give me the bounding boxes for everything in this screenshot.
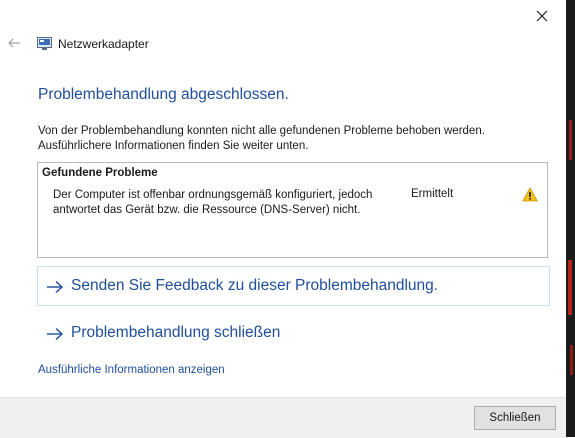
warning-icon [522, 187, 538, 202]
network-adapter-icon [37, 37, 52, 50]
window-title: Netzwerkadapter [58, 37, 149, 51]
description: Von der Problembehandlung konnten nicht … [38, 124, 485, 154]
page-heading: Problembehandlung abgeschlossen. [38, 86, 289, 103]
problem-line: Der Computer ist offenbar ordnungsgemäß … [53, 189, 373, 201]
arrow-right-icon [47, 327, 64, 341]
problem-line: antwortet das Gerät bzw. die Ressource (… [53, 204, 361, 216]
problem-status: Ermittelt [411, 188, 454, 200]
back-arrow-icon[interactable] [6, 35, 22, 51]
show-details-link[interactable]: Ausführliche Informationen anzeigen [38, 364, 225, 376]
background-edge [566, 0, 575, 437]
arrow-right-icon [47, 280, 64, 294]
close-troubleshooter-label: Problembehandlung schließen [71, 324, 281, 341]
footer-bar: Schließen [0, 397, 566, 438]
description-line: Ausführlichere Informationen finden Sie … [38, 140, 309, 152]
feedback-link-label: Senden Sie Feedback zu dieser Problembeh… [71, 277, 439, 294]
troubleshooter-window: Netzwerkadapter Problembehandlung abgesc… [0, 0, 566, 438]
feedback-link[interactable]: Senden Sie Feedback zu dieser Problembeh… [37, 266, 550, 306]
found-problems-panel: Gefundene Probleme Der Computer ist offe… [37, 162, 548, 258]
close-icon[interactable] [532, 6, 552, 26]
close-troubleshooter-link[interactable]: Problembehandlung schließen [37, 313, 550, 353]
description-line: Von der Problembehandlung konnten nicht … [38, 125, 485, 137]
problem-description[interactable]: Der Computer ist offenbar ordnungsgemäß … [53, 188, 372, 218]
found-problems-header: Gefundene Probleme [42, 167, 158, 179]
close-button[interactable]: Schließen [474, 406, 556, 430]
